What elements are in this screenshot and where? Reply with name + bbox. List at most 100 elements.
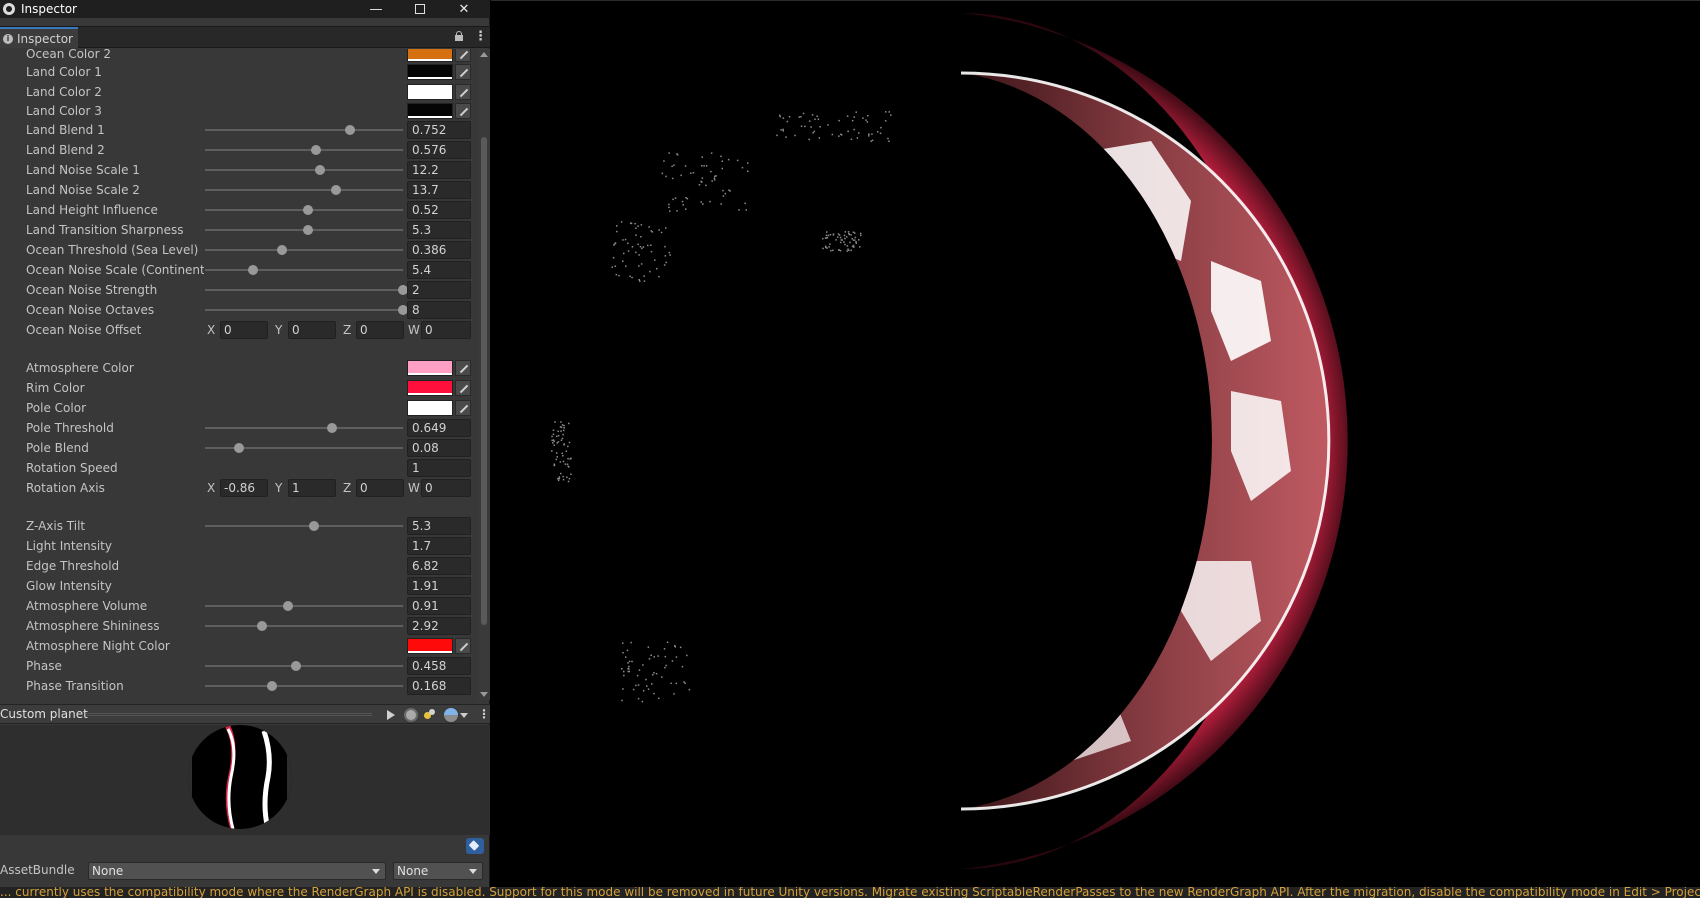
slider-track[interactable]: [205, 665, 403, 667]
slider-track[interactable]: [205, 625, 403, 627]
eyedropper-icon[interactable]: [455, 49, 471, 62]
number-field[interactable]: 1.7: [407, 537, 471, 555]
preview-light-icon[interactable]: [423, 708, 437, 722]
maximize-button[interactable]: [398, 0, 442, 18]
scroll-up-icon[interactable]: [480, 52, 488, 57]
number-field[interactable]: 6.82: [407, 557, 471, 575]
vector-axis-label[interactable]: Y: [275, 480, 282, 496]
number-field[interactable]: 0.168: [407, 677, 471, 695]
vector-axis-label[interactable]: Z: [343, 322, 351, 338]
game-view[interactable]: [491, 0, 1700, 887]
tab-inspector[interactable]: i Inspector: [0, 27, 78, 48]
color-swatch[interactable]: [407, 49, 453, 62]
eyedropper-icon[interactable]: [455, 360, 471, 376]
number-field[interactable]: 0.458: [407, 657, 471, 675]
slider-thumb[interactable]: [314, 165, 325, 175]
slider-track[interactable]: [205, 129, 403, 131]
scroll-down-icon[interactable]: [480, 692, 488, 697]
slider-track[interactable]: [205, 269, 403, 271]
slider-thumb[interactable]: [247, 265, 258, 275]
close-button[interactable]: ✕: [442, 0, 486, 18]
eyedropper-icon[interactable]: [455, 103, 471, 119]
vector-component-field[interactable]: 0: [356, 479, 404, 497]
slider-track[interactable]: [205, 149, 403, 151]
slider-thumb[interactable]: [302, 205, 313, 215]
vector-component-field[interactable]: 0: [220, 321, 268, 339]
number-field[interactable]: 5.3: [407, 221, 471, 239]
preview-options-icon[interactable]: ⋮: [478, 707, 490, 721]
color-swatch[interactable]: [407, 400, 453, 416]
number-field[interactable]: 0.649: [407, 419, 471, 437]
vector-component-field[interactable]: 0: [421, 479, 471, 497]
number-field[interactable]: 0.08: [407, 439, 471, 457]
slider-thumb[interactable]: [330, 185, 341, 195]
slider-track[interactable]: [205, 309, 403, 311]
slider-thumb[interactable]: [308, 521, 319, 531]
number-field[interactable]: 2: [407, 281, 471, 299]
color-swatch[interactable]: [407, 84, 453, 100]
number-field[interactable]: 0.386: [407, 241, 471, 259]
color-swatch[interactable]: [407, 360, 453, 376]
scrollbar-thumb[interactable]: [481, 137, 487, 625]
lock-icon[interactable]: [454, 31, 464, 41]
vector-component-field[interactable]: -0.86: [220, 479, 268, 497]
slider-track[interactable]: [205, 685, 403, 687]
slider-thumb[interactable]: [283, 601, 294, 611]
vector-component-field[interactable]: 0: [356, 321, 404, 339]
number-field[interactable]: 0.91: [407, 597, 471, 615]
eyedropper-icon[interactable]: [455, 380, 471, 396]
slider-thumb[interactable]: [291, 661, 302, 671]
slider-thumb[interactable]: [326, 423, 337, 433]
slider-thumb[interactable]: [257, 621, 268, 631]
number-field[interactable]: 0.52: [407, 201, 471, 219]
eyedropper-icon[interactable]: [455, 84, 471, 100]
slider-thumb[interactable]: [267, 681, 278, 691]
vector-axis-label[interactable]: Y: [275, 322, 282, 338]
chevron-down-icon[interactable]: [460, 713, 468, 718]
vector-axis-label[interactable]: X: [207, 480, 215, 496]
slider-track[interactable]: [205, 169, 403, 171]
slider-track[interactable]: [205, 289, 403, 291]
number-field[interactable]: 2.92: [407, 617, 471, 635]
preview-mesh-icon[interactable]: [404, 708, 418, 722]
asset-bundle-name-dropdown[interactable]: None: [88, 862, 386, 880]
number-field[interactable]: 12.2: [407, 161, 471, 179]
slider-track[interactable]: [205, 189, 403, 191]
slider-track[interactable]: [205, 605, 403, 607]
color-swatch[interactable]: [407, 64, 453, 80]
vector-axis-label[interactable]: W: [408, 322, 420, 338]
preview-resize-handle[interactable]: [86, 713, 372, 716]
slider-thumb[interactable]: [233, 443, 244, 453]
asset-label-icon[interactable]: [466, 838, 484, 854]
number-field[interactable]: 13.7: [407, 181, 471, 199]
slider-thumb[interactable]: [310, 145, 321, 155]
vector-component-field[interactable]: 1: [288, 479, 336, 497]
slider-track[interactable]: [205, 249, 403, 251]
status-bar[interactable]: ... currently uses the compatibility mod…: [0, 887, 1700, 898]
color-swatch[interactable]: [407, 103, 453, 119]
number-field[interactable]: 8: [407, 301, 471, 319]
vector-component-field[interactable]: 0: [288, 321, 336, 339]
number-field[interactable]: 0.752: [407, 121, 471, 139]
vector-axis-label[interactable]: X: [207, 322, 215, 338]
eyedropper-icon[interactable]: [455, 638, 471, 654]
slider-track[interactable]: [205, 525, 403, 527]
play-icon[interactable]: [384, 708, 398, 722]
number-field[interactable]: 5.4: [407, 261, 471, 279]
vector-axis-label[interactable]: W: [408, 480, 420, 496]
slider-thumb[interactable]: [344, 125, 355, 135]
number-field[interactable]: 5.3: [407, 517, 471, 535]
material-preview[interactable]: [0, 725, 490, 835]
preview-header[interactable]: Custom planet ⋮: [0, 704, 490, 724]
eyedropper-icon[interactable]: [455, 400, 471, 416]
number-field[interactable]: 1: [407, 459, 471, 477]
number-field[interactable]: 1.91: [407, 577, 471, 595]
color-swatch[interactable]: [407, 638, 453, 654]
eyedropper-icon[interactable]: [455, 64, 471, 80]
vertical-scrollbar[interactable]: [478, 49, 490, 700]
color-swatch[interactable]: [407, 380, 453, 396]
vector-component-field[interactable]: 0: [421, 321, 471, 339]
more-options-icon[interactable]: ⋮: [474, 29, 487, 45]
slider-thumb[interactable]: [277, 245, 288, 255]
slider-track[interactable]: [205, 427, 403, 429]
